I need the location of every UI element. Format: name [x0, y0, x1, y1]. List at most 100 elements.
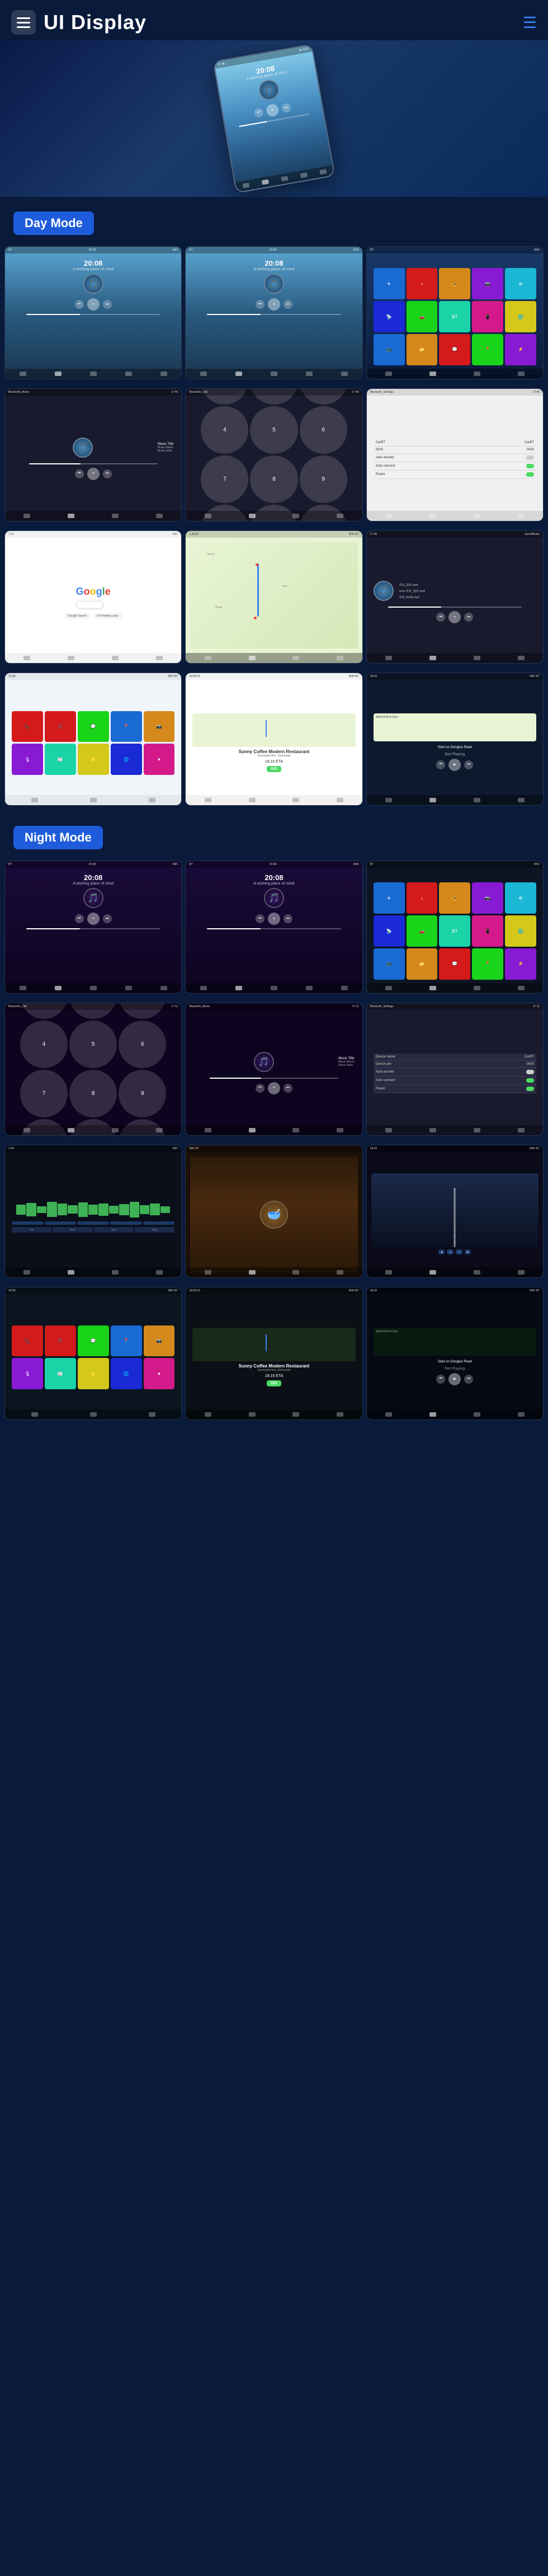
n-nav-go-button[interactable]: GO [267, 1380, 282, 1386]
np-prev[interactable]: ⏮ [436, 760, 445, 769]
nm1-next[interactable]: ⏭ [103, 914, 112, 923]
night-music-screen-2[interactable]: BT 20:08 WiFi 20:08 A wishing place of m… [185, 861, 362, 994]
n-app-8[interactable]: BT [439, 915, 470, 947]
hero-play-btn[interactable]: ⏸ [266, 103, 280, 117]
n-app-15[interactable]: ⚡ [505, 948, 536, 980]
day-music-screen-2[interactable]: BT 20:08 WiFi 20:08 A wishing place of m… [185, 246, 362, 379]
nnp-prev[interactable]: ⏮ [436, 1375, 445, 1384]
n-app-13[interactable]: 💬 [439, 948, 470, 980]
google-search-bar[interactable] [76, 601, 104, 609]
np-play[interactable]: ▶ [448, 759, 461, 771]
n-power-toggle[interactable] [526, 1087, 534, 1091]
n-dial-6[interactable]: 6 [119, 1021, 166, 1068]
preset-4[interactable]: Bass [135, 1227, 174, 1233]
nbm-play[interactable]: ⏸ [268, 1082, 280, 1094]
eq-controls[interactable] [12, 1221, 174, 1225]
nm1-prev[interactable]: ⏮ [75, 914, 84, 923]
social-prev[interactable]: ⏮ [436, 613, 445, 622]
app-icon-1[interactable]: ✈ [374, 268, 405, 299]
social-play[interactable]: ⏸ [448, 611, 461, 623]
setting-auto-answer[interactable]: Auto answer [374, 454, 536, 462]
map-screen[interactable]: 1:39:03 WiFi BT Street Ave Road [185, 530, 362, 664]
preset-1[interactable]: Pop [12, 1227, 51, 1233]
app-icon-13[interactable]: 💬 [439, 334, 470, 365]
d1-prev[interactable]: ⏮ [75, 300, 84, 309]
n-app-9[interactable]: 📱 [472, 915, 503, 947]
hero-prev-btn[interactable]: ⏮ [254, 107, 264, 118]
nbm-next[interactable]: ⏭ [284, 1084, 292, 1093]
night-road-screen[interactable]: 18:03 WiFi BT ↑ ↑ ↑ ◀ ▲ ▼ ▶ [366, 1145, 544, 1278]
ios-app3[interactable]: ♥ [144, 744, 175, 775]
np-next[interactable]: ⏭ [464, 760, 473, 769]
n-app-1[interactable]: ✈ [374, 882, 405, 914]
day-bt-call-screen[interactable]: Bluetooth_Call 17:46 1 2 3 4 5 6 7 8 9 *… [185, 388, 362, 521]
dial-8[interactable]: 8 [250, 455, 297, 503]
nios-podcast[interactable]: 🎙 [12, 1358, 43, 1389]
d1-next[interactable]: ⏭ [103, 300, 112, 309]
dial-4[interactable]: 4 [201, 406, 248, 454]
ios-news[interactable]: 📰 [45, 744, 76, 775]
bt-next[interactable]: ⏭ [103, 469, 112, 478]
eq-band-4[interactable] [110, 1221, 142, 1225]
dots-menu-icon[interactable]: ☰ [523, 13, 537, 32]
nios-news[interactable]: 📰 [45, 1358, 76, 1389]
n-app-3[interactable]: 📻 [439, 882, 470, 914]
d2-next[interactable]: ⏭ [284, 300, 292, 309]
n-app-10[interactable]: 🌐 [505, 915, 536, 947]
setting-auto-connect[interactable]: Auto connect [374, 462, 536, 471]
dialpad[interactable]: 1 2 3 4 5 6 7 8 9 * 0 # [199, 388, 349, 521]
n-auto-connect-toggle[interactable] [526, 1078, 534, 1083]
nm2-controls[interactable]: ⏮ ⏸ ⏭ [256, 913, 292, 925]
nav-btn-3[interactable]: ▼ [456, 1249, 462, 1254]
hero-next-btn[interactable]: ⏭ [281, 103, 292, 114]
ios-app2[interactable]: 🌐 [111, 744, 142, 775]
app-icon-6[interactable]: 📡 [374, 301, 405, 332]
ios-camera[interactable]: 📷 [144, 711, 175, 742]
nm1-play[interactable]: ⏸ [87, 913, 100, 925]
ios-maps[interactable]: 📍 [111, 711, 142, 742]
app-icon-5[interactable]: ⚙ [505, 268, 536, 299]
n-auto-connect[interactable]: Auto connect [374, 1077, 536, 1085]
social-next[interactable]: ⏭ [464, 613, 473, 622]
nios-app2[interactable]: 🌐 [111, 1358, 142, 1389]
night-not-playing-screen[interactable]: 18:03 WiFi BT 18/19 ETA 9.0 km Start on … [366, 1287, 544, 1420]
app-icon-12[interactable]: 📂 [407, 334, 438, 365]
night-bt-settings-screen[interactable]: Bluetooth_Settings 17:11 Device name Car… [366, 1003, 544, 1136]
preset-3[interactable]: Jazz [94, 1227, 134, 1233]
nios-msg[interactable]: 💬 [78, 1325, 109, 1357]
nav-btn-2[interactable]: ▲ [447, 1249, 453, 1254]
eq-band-3[interactable] [77, 1221, 109, 1225]
nios-music[interactable]: 🎵 [45, 1325, 76, 1357]
nios-app1[interactable]: ⭐ [78, 1358, 109, 1389]
ios-podcast[interactable]: 🎙 [12, 744, 43, 775]
night-media-screen[interactable]: WiFi BT 🥣 [185, 1145, 362, 1278]
carplay-nav-buttons[interactable]: ◀ ▲ ▼ ▶ [436, 1247, 473, 1257]
eq-band-2[interactable] [45, 1221, 77, 1225]
nav-btn-4[interactable]: ▶ [465, 1249, 471, 1254]
app-icon-8[interactable]: BT [439, 301, 470, 332]
app-icon-3[interactable]: 📻 [439, 268, 470, 299]
app-icon-2[interactable]: ♪ [407, 268, 438, 299]
bt-play[interactable]: ⏸ [87, 468, 100, 480]
social-music-screen[interactable]: 17:46 SocialMusic 🎵 华东_音乐.mp4 none 华东_音乐… [366, 530, 544, 664]
nios-app3[interactable]: ♥ [144, 1358, 175, 1389]
nnp-controls[interactable]: ⏮ ▶ ⏭ [436, 1373, 473, 1385]
social-controls[interactable]: ⏮ ⏸ ⏭ [436, 611, 473, 623]
n-dial-7[interactable]: 7 [20, 1070, 68, 1117]
google-screen[interactable]: 1:54 WiFi Google Google Search I'm Feeli… [4, 530, 182, 664]
night-nav-screen[interactable]: 18:09:33 WiFi BT Sunny Coffee Modern Res… [185, 1287, 362, 1420]
night-bt-music-screen[interactable]: Bluetooth_Music 17:11 🎵 Music Title Musi… [185, 1003, 362, 1136]
hamburger-icon[interactable] [11, 10, 36, 35]
n-app-6[interactable]: 📡 [374, 915, 405, 947]
ios-msg[interactable]: 💬 [78, 711, 109, 742]
day-app-grid-screen[interactable]: BT WiFi ✈ ♪ 📻 📷 ⚙ 📡 🚗 BT 📱 🌐 📺 📂 💬 📍 ⚡ [366, 246, 544, 379]
setting-power[interactable]: Power [374, 471, 536, 479]
nbm-prev[interactable]: ⏮ [256, 1084, 264, 1093]
n-app-12[interactable]: 📂 [407, 948, 438, 980]
n-app-2[interactable]: ♪ [407, 882, 438, 914]
n-app-5[interactable]: ⚙ [505, 882, 536, 914]
n-auto-answer-toggle[interactable] [526, 1070, 534, 1074]
preset-2[interactable]: Rock [53, 1227, 92, 1233]
nm2-prev[interactable]: ⏮ [256, 914, 264, 923]
not-playing-controls[interactable]: ⏮ ▶ ⏭ [436, 759, 473, 771]
